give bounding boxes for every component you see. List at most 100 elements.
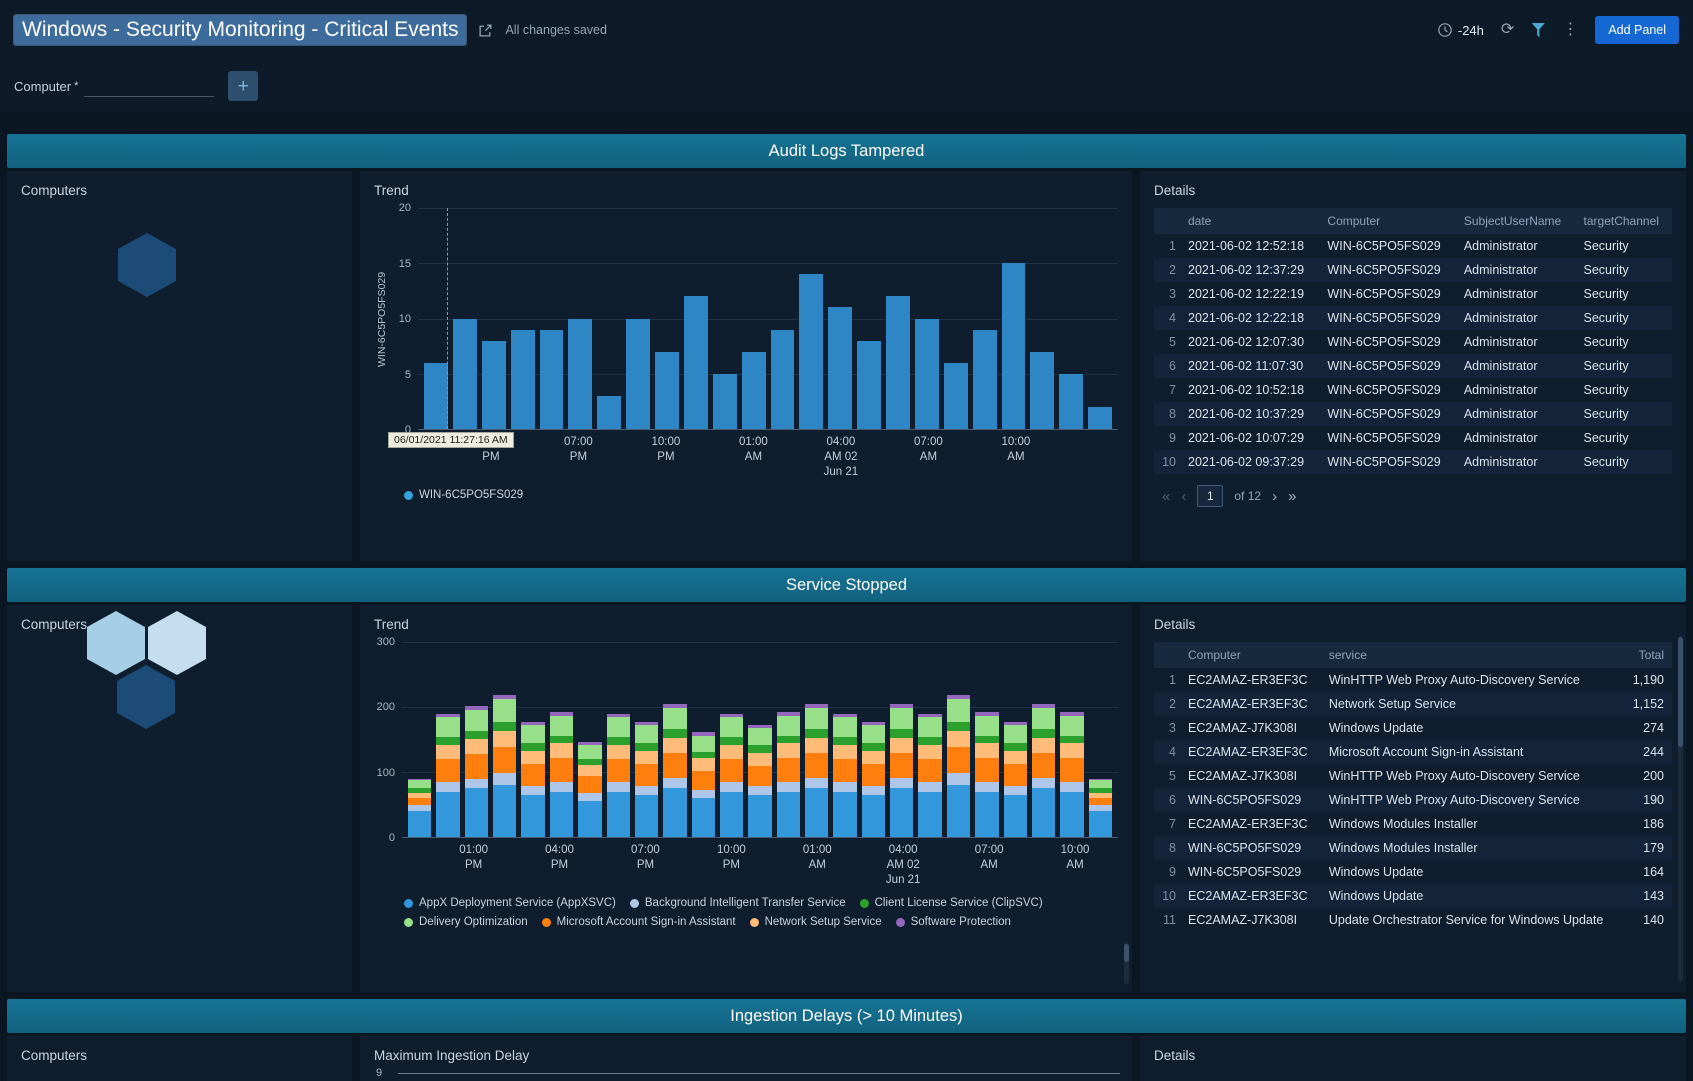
bar[interactable] [890,642,913,837]
column-header[interactable] [1154,642,1180,668]
table-row[interactable]: 102021-06-02 09:37:29WIN-6C5PO5FS029Admi… [1154,450,1672,474]
bar[interactable] [1030,208,1054,429]
bar[interactable] [742,208,766,429]
bar[interactable] [886,208,910,429]
table-row[interactable]: 1EC2AMAZ-ER3EF3CWinHTTP Web Proxy Auto-D… [1154,668,1672,692]
bar[interactable] [684,208,708,429]
bar[interactable] [713,208,737,429]
first-page-icon[interactable]: « [1162,488,1170,505]
bar[interactable] [973,208,997,429]
bar[interactable] [828,208,852,429]
legend-item[interactable]: Network Setup Service [750,916,882,928]
add-filter-button[interactable]: + [228,71,258,101]
table-row[interactable]: 12021-06-02 12:52:18WIN-6C5PO5FS029Admin… [1154,234,1672,258]
bar[interactable] [944,208,968,429]
bar[interactable] [720,642,743,837]
bar[interactable] [436,642,459,837]
bar[interactable] [799,208,823,429]
current-page[interactable]: 1 [1197,485,1223,507]
prev-page-icon[interactable]: ‹ [1181,488,1186,505]
table-row[interactable]: 8WIN-6C5PO5FS029Windows Modules Installe… [1154,836,1672,860]
computer-filter-input[interactable] [84,75,214,97]
bar[interactable] [777,642,800,837]
column-header[interactable]: date [1180,208,1319,234]
table-row[interactable]: 72021-06-02 10:52:18WIN-6C5PO5FS029Admin… [1154,378,1672,402]
table-scrollbar[interactable] [1678,637,1683,982]
table-row[interactable]: 4EC2AMAZ-ER3EF3CMicrosoft Account Sign-i… [1154,740,1672,764]
column-header[interactable]: service [1321,642,1623,668]
bar[interactable] [453,208,477,429]
legend-item[interactable]: Client License Service (ClipSVC) [860,897,1043,909]
legend-item[interactable]: WIN-6C5PO5FS029 [404,489,523,501]
bar[interactable] [635,642,658,837]
bar[interactable] [482,208,506,429]
table-row[interactable]: 42021-06-02 12:22:18WIN-6C5PO5FS029Admin… [1154,306,1672,330]
bar[interactable] [862,642,885,837]
bar[interactable] [568,208,592,429]
bar[interactable] [465,642,488,837]
table-row[interactable]: 3EC2AMAZ-J7K308IWindows Update274 [1154,716,1672,740]
column-header[interactable]: Computer [1319,208,1455,234]
bar[interactable] [550,642,573,837]
time-range-button[interactable]: -24h [1437,22,1484,38]
bar[interactable] [663,642,686,837]
bar[interactable] [540,208,564,429]
table-row[interactable]: 9WIN-6C5PO5FS029Windows Update164 [1154,860,1672,884]
bar[interactable] [424,208,448,429]
table-row[interactable]: 7EC2AMAZ-ER3EF3CWindows Modules Installe… [1154,812,1672,836]
bar[interactable] [1089,642,1112,837]
legend-item[interactable]: Microsoft Account Sign-in Assistant [542,916,736,928]
bar[interactable] [1032,642,1055,837]
next-page-icon[interactable]: › [1272,488,1277,505]
bar[interactable] [597,208,621,429]
legend-item[interactable]: AppX Deployment Service (AppXSVC) [404,897,616,909]
scrollbar-thumb[interactable] [1124,944,1129,962]
last-page-icon[interactable]: » [1288,488,1296,505]
filter-icon[interactable] [1531,23,1545,38]
column-header[interactable]: SubjectUserName [1456,208,1576,234]
bar[interactable] [947,642,970,837]
bar[interactable] [915,208,939,429]
table-row[interactable]: 2EC2AMAZ-ER3EF3CNetwork Setup Service1,1… [1154,692,1672,716]
column-header[interactable]: Computer [1180,642,1321,668]
refresh-icon[interactable]: ⟳ [1501,22,1514,38]
bar[interactable] [771,208,795,429]
bar[interactable] [521,642,544,837]
legend-item[interactable]: Delivery Optimization [404,916,528,928]
table-row[interactable]: 32021-06-02 12:22:19WIN-6C5PO5FS029Admin… [1154,282,1672,306]
share-icon[interactable] [478,23,493,38]
bar[interactable] [748,642,771,837]
column-header[interactable]: targetChannel [1576,208,1672,234]
dashboard-title-input[interactable]: Windows - Security Monitoring - Critical… [14,15,466,45]
computer-hexagon[interactable] [117,665,175,729]
kebab-menu-icon[interactable]: ⋮ [1562,22,1578,38]
table-row[interactable]: 11EC2AMAZ-J7K308IUpdate Orchestrator Ser… [1154,908,1672,932]
table-row[interactable]: 10EC2AMAZ-ER3EF3CWindows Update143 [1154,884,1672,908]
bar[interactable] [1060,642,1083,837]
column-header[interactable]: Total [1623,642,1672,668]
column-header[interactable] [1154,208,1180,234]
bar[interactable] [578,642,601,837]
bar[interactable] [975,642,998,837]
bar[interactable] [857,208,881,429]
scrollbar-thumb[interactable] [1678,637,1683,747]
bar[interactable] [833,642,856,837]
legend-scrollbar[interactable] [1124,942,1129,984]
add-panel-button[interactable]: Add Panel [1595,16,1679,44]
bar[interactable] [918,642,941,837]
bar[interactable] [511,208,535,429]
table-row[interactable]: 92021-06-02 10:07:29WIN-6C5PO5FS029Admin… [1154,426,1672,450]
table-row[interactable]: 5EC2AMAZ-J7K308IWinHTTP Web Proxy Auto-D… [1154,764,1672,788]
bar[interactable] [1002,208,1026,429]
bar[interactable] [408,642,431,837]
legend-item[interactable]: Software Protection [896,916,1011,928]
bar[interactable] [692,642,715,837]
bar[interactable] [1004,642,1027,837]
table-row[interactable]: 82021-06-02 10:37:29WIN-6C5PO5FS029Admin… [1154,402,1672,426]
computer-hexagon[interactable] [118,233,176,297]
legend-item[interactable]: Background Intelligent Transfer Service [630,897,846,909]
bar[interactable] [607,642,630,837]
bar[interactable] [805,642,828,837]
bar[interactable] [1088,208,1112,429]
table-row[interactable]: 62021-06-02 11:07:30WIN-6C5PO5FS029Admin… [1154,354,1672,378]
